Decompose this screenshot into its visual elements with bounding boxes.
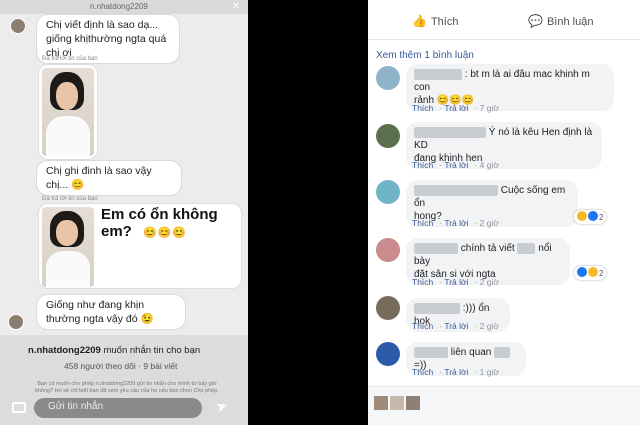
- comment-reply-link[interactable]: Trả lời: [444, 160, 468, 170]
- redacted-text: [494, 346, 511, 358]
- reply-label: Đã trả lời tin của bạn: [42, 56, 98, 62]
- commenter-avatar[interactable]: [376, 238, 400, 262]
- message-placeholder: Gửi tin nhắn: [48, 401, 104, 412]
- redacted-text: [517, 242, 536, 254]
- reply-label: Đã trả lời tin của bạn: [42, 196, 98, 202]
- redacted-name: [414, 242, 458, 254]
- see-more-comments-link[interactable]: Xem thêm 1 bình luận: [376, 50, 474, 61]
- comment-icon: 💬: [528, 14, 543, 28]
- like-label: Thích: [430, 16, 459, 28]
- redacted-name: [414, 346, 448, 358]
- comment-time: 4 giờ: [479, 160, 499, 170]
- comment-label: Bình luận: [546, 16, 594, 28]
- request-title: n.nhatdong2209 muốn nhắn tin cho bạn: [28, 345, 200, 356]
- comment-time: 7 giờ: [479, 103, 499, 113]
- comment-time: 2 giờ: [479, 218, 499, 228]
- redacted-name: [414, 68, 462, 80]
- comment-reply-link[interactable]: Trả lời: [444, 367, 468, 377]
- request-username[interactable]: n.nhatdong2209: [28, 345, 101, 356]
- comment-like-link[interactable]: Thích: [412, 277, 433, 287]
- close-icon[interactable]: ✕: [232, 1, 240, 12]
- story-handle: n.nhatdong2209: [90, 2, 148, 11]
- commenter-avatar[interactable]: [376, 124, 400, 148]
- redacted-name: [414, 302, 460, 314]
- like-button[interactable]: 👍 Thích: [412, 14, 458, 28]
- comment-text: chính tả viết: [460, 243, 515, 254]
- commenter-avatar[interactable]: [376, 66, 400, 90]
- comment-reply-link[interactable]: Trả lời: [444, 277, 468, 287]
- comment-meta: Thích · Trả lời · 2 giờ: [412, 277, 499, 287]
- instagram-story-panel: n.nhatdong2209 ✕ Chị viết định là sao dạ…: [0, 0, 248, 425]
- comment-like-link[interactable]: Thích: [412, 321, 433, 331]
- comment-meta: Thích · Trả lời · 2 giờ: [412, 321, 499, 331]
- camera-icon[interactable]: [12, 402, 26, 413]
- comment-meta: Thích · Trả lời · 2 giờ: [412, 218, 499, 228]
- commenter-avatar[interactable]: [376, 180, 400, 204]
- redacted-name: [414, 184, 498, 196]
- request-note: Bạn có muốn cho phép n.nhatdong2209 gửi …: [35, 381, 219, 394]
- comment-time: 1 giờ: [479, 367, 499, 377]
- comment-meta: Thích · Trả lời · 4 giờ: [412, 160, 499, 170]
- comment-like-link[interactable]: Thích: [412, 103, 433, 113]
- commenter-avatar[interactable]: [376, 296, 400, 320]
- redacted-name: [414, 126, 486, 138]
- comment-text: liên quan: [450, 347, 492, 358]
- story-photo: [42, 207, 94, 287]
- story-photo-card: Em có ổn không em? 😊😊😊: [38, 203, 242, 289]
- request-suffix: muốn nhắn tin cho bạn: [103, 345, 201, 356]
- user-avatar: [374, 396, 388, 410]
- comment-time: 2 giờ: [479, 277, 499, 287]
- reaction-count[interactable]: 2: [574, 266, 607, 280]
- comment-meta: Thích · Trả lời · 7 giờ: [412, 103, 499, 113]
- screenshot-collage: n.nhatdong2209 ✕ Chị viết định là sao dạ…: [0, 0, 640, 425]
- thumbs-up-icon: 👍: [412, 14, 427, 28]
- facebook-comments-panel: 👍 Thích 💬 Bình luận Xem thêm 1 bình luận :…: [368, 0, 640, 425]
- comment-meta: Thích · Trả lời · 1 giờ: [412, 367, 499, 377]
- reaction-count[interactable]: 2: [574, 210, 607, 224]
- post-action-bar: 👍 Thích 💬 Bình luận: [368, 0, 640, 40]
- comment-like-link[interactable]: Thích: [412, 367, 433, 377]
- comment-time: 2 giờ: [479, 321, 499, 331]
- blurred-block: [390, 396, 404, 410]
- commenter-avatar[interactable]: [376, 342, 400, 366]
- comment-reply-link[interactable]: Trả lời: [444, 103, 468, 113]
- comment-like-link[interactable]: Thích: [412, 218, 433, 228]
- comment-reply-link[interactable]: Trả lời: [444, 321, 468, 331]
- sender-avatar: [10, 18, 26, 34]
- comment-reply-link[interactable]: Trả lời: [444, 218, 468, 228]
- sender-avatar: [8, 314, 24, 330]
- comment-like-link[interactable]: Thích: [412, 160, 433, 170]
- comment-button[interactable]: 💬 Bình luận: [528, 14, 593, 28]
- request-stats: 458 người theo dõi · 9 bài viết: [64, 361, 178, 371]
- story-photo: [42, 68, 94, 156]
- emoji-row: 😊😊😊: [143, 227, 188, 239]
- message-bubble: Chị ghi đinh là sao vậy chị... 😊: [36, 160, 182, 196]
- message-bubble: Giống như đang khịn thường ngta vậy đó 😉: [36, 294, 186, 330]
- story-photo-card: [38, 64, 98, 160]
- blurred-block: [406, 396, 420, 410]
